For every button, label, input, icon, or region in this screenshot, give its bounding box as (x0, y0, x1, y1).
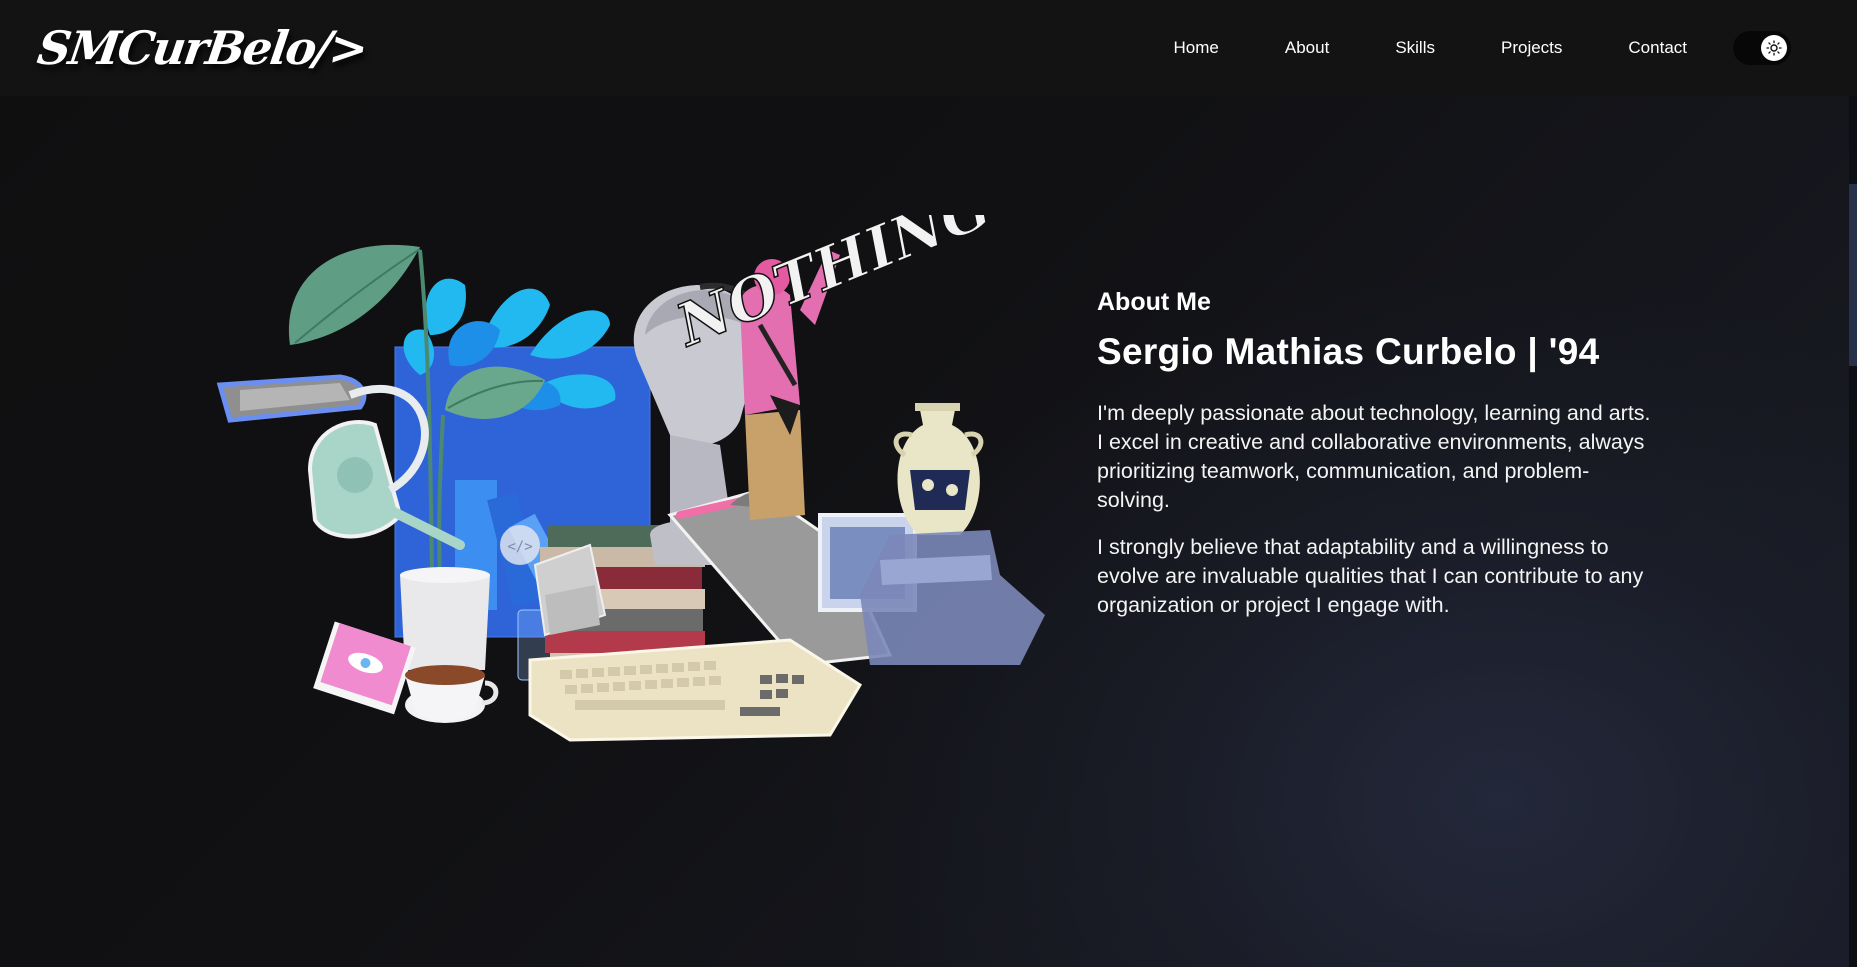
nav-home[interactable]: Home (1174, 38, 1219, 58)
logo[interactable]: SMCurBelo/> (34, 21, 370, 75)
about-paragraph-1-line-1: I'm deeply passionate about technology, … (1097, 401, 1651, 425)
about-heading: About Me (1097, 288, 1211, 316)
greek-vase (893, 403, 984, 535)
white-pot (400, 575, 490, 670)
about-paragraph-1-line-2: I excel in creative and collaborative en… (1097, 430, 1645, 512)
scrollbar-thumb[interactable] (1849, 184, 1857, 366)
theme-toggle[interactable] (1733, 31, 1791, 65)
sun-icon (1766, 40, 1782, 56)
tea-cup (405, 665, 499, 723)
nav-skills[interactable]: Skills (1395, 38, 1435, 58)
code-badge: </> (507, 539, 532, 555)
about-paragraph-2: I strongly believe that adaptability and… (1097, 535, 1644, 617)
watering-hand (216, 374, 367, 423)
nav-about[interactable]: About (1285, 38, 1329, 58)
about-name: Sergio Mathias Curbelo | '94 (1097, 331, 1600, 372)
keyboard (528, 638, 863, 742)
graffiti-tag: NOTHING (666, 215, 1000, 360)
page: SMCurBelo/> Home About Skills Projects C… (0, 0, 1857, 967)
toggle-knob (1761, 35, 1787, 61)
about-collage-illustration: </> NOTHING (216, 215, 1045, 742)
main-nav: Home About Skills Projects Contact (1174, 31, 1821, 65)
nav-contact[interactable]: Contact (1628, 38, 1687, 58)
about-section: About Me Sergio Mathias Curbelo | '94 I'… (1097, 288, 1657, 638)
about-paragraph-1: I'm deeply passionate about technology, … (1097, 399, 1657, 515)
navbar: SMCurBelo/> Home About Skills Projects C… (0, 0, 1857, 96)
nav-projects[interactable]: Projects (1501, 38, 1562, 58)
